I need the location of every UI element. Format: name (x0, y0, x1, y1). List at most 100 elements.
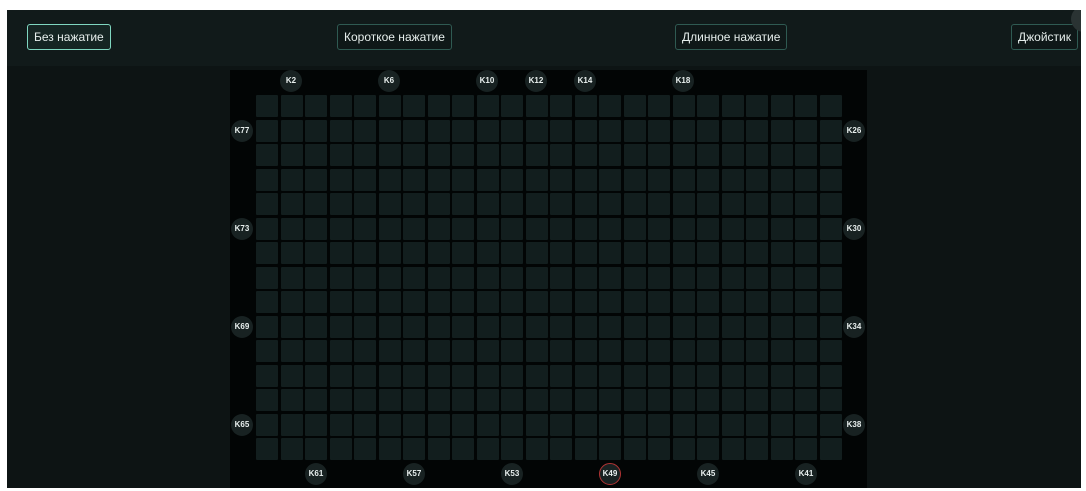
grid-cell (452, 193, 474, 215)
grid-cell (476, 217, 499, 240)
grid-cell (378, 413, 401, 436)
grid-cell (795, 266, 817, 289)
grid-cell (329, 266, 352, 289)
grid-cell (623, 95, 646, 117)
mode-button-short-press[interactable]: Короткое нажатие (337, 24, 452, 50)
grid-cell (574, 315, 597, 338)
grid-cell (452, 340, 474, 362)
grid-cell (795, 242, 817, 264)
grid-cell (599, 413, 621, 436)
grid-cell (280, 364, 303, 387)
sensor-bottom-5[interactable]: K45 (697, 463, 719, 485)
grid-cell (256, 438, 278, 460)
grid-cell (378, 193, 401, 215)
grid-cell (623, 438, 646, 460)
grid-cell (697, 168, 719, 191)
grid-cell (697, 413, 719, 436)
grid-cell (427, 144, 450, 166)
grid-cell (378, 144, 401, 166)
grid-cell (648, 95, 670, 117)
grid-cell (452, 389, 474, 411)
grid-cell (329, 242, 352, 264)
grid-cell (550, 95, 572, 117)
mode-button-joystick[interactable]: Джойстик (1011, 24, 1078, 50)
grid-cell (525, 144, 548, 166)
grid-cell (819, 95, 842, 117)
sensor-top-2[interactable]: K6 (378, 70, 400, 92)
grid-cell (574, 242, 597, 264)
mode-button-long-press[interactable]: Длинное нажатие (675, 24, 788, 50)
grid-cell (599, 315, 621, 338)
sensor-bottom-6[interactable]: K41 (795, 463, 817, 485)
grid-cell (770, 389, 793, 411)
grid-cell (403, 242, 425, 264)
grid-cell (280, 193, 303, 215)
grid-cell (305, 364, 327, 387)
grid-cell (329, 438, 352, 460)
grid-cell (819, 119, 842, 142)
grid-cell (452, 144, 474, 166)
grid-cell (525, 438, 548, 460)
grid-cell (403, 315, 425, 338)
sensor-bottom-1[interactable]: K61 (305, 463, 327, 485)
grid-cell (770, 193, 793, 215)
grid-cell (819, 364, 842, 387)
grid-cell (550, 438, 572, 460)
grid-cell (256, 144, 278, 166)
grid-cell (721, 291, 744, 313)
grid-cell (623, 340, 646, 362)
grid-cell (623, 389, 646, 411)
sensor-top-4[interactable]: K12 (525, 70, 547, 92)
grid-cell (354, 242, 376, 264)
grid-cell (452, 95, 474, 117)
grid-cell (648, 217, 670, 240)
grid-cell (403, 95, 425, 117)
grid-cell (329, 291, 352, 313)
sensor-bottom-2[interactable]: K57 (403, 463, 425, 485)
sensor-left-1[interactable]: K77 (231, 120, 253, 142)
grid-cell (795, 291, 817, 313)
grid-cell (452, 242, 474, 264)
sensor-top-1[interactable]: K2 (280, 70, 302, 92)
grid-cell (697, 217, 719, 240)
sensor-right-2[interactable]: K30 (843, 218, 865, 240)
grid-cell (525, 340, 548, 362)
grid-cell (501, 340, 523, 362)
grid-cell (819, 217, 842, 240)
grid-cell (305, 413, 327, 436)
sensor-right-3[interactable]: K34 (843, 316, 865, 338)
mode-button-no-press[interactable]: Без нажатие (27, 24, 111, 50)
grid-cell (623, 413, 646, 436)
grid-cell (599, 193, 621, 215)
grid-cell (819, 193, 842, 215)
grid-cell (599, 340, 621, 362)
sensor-top-3[interactable]: K10 (476, 70, 498, 92)
grid-cell (672, 291, 695, 313)
grid-cell (280, 119, 303, 142)
grid-cell (746, 242, 768, 264)
grid-cell (501, 389, 523, 411)
grid-cell (256, 266, 278, 289)
grid-cell (329, 364, 352, 387)
grid-cell (574, 438, 597, 460)
grid-cell (599, 438, 621, 460)
grid-cell (476, 144, 499, 166)
sensor-right-4[interactable]: K38 (843, 414, 865, 436)
sensor-top-6[interactable]: K18 (672, 70, 694, 92)
sensor-top-5[interactable]: K14 (574, 70, 596, 92)
grid-cell (599, 291, 621, 313)
sensor-bottom-4[interactable]: K49 (599, 463, 621, 485)
grid-cell (452, 438, 474, 460)
grid-cell (672, 95, 695, 117)
sensor-bottom-3[interactable]: K53 (501, 463, 523, 485)
sensor-left-3[interactable]: K69 (231, 316, 253, 338)
sensor-left-2[interactable]: K73 (231, 218, 253, 240)
grid-cell (770, 168, 793, 191)
grid-cell (329, 315, 352, 338)
grid-cell (770, 364, 793, 387)
grid-cell (599, 168, 621, 191)
sensor-right-1[interactable]: K26 (843, 120, 865, 142)
grid-cell (795, 315, 817, 338)
grid-cell (795, 438, 817, 460)
sensor-left-4[interactable]: K65 (231, 414, 253, 436)
